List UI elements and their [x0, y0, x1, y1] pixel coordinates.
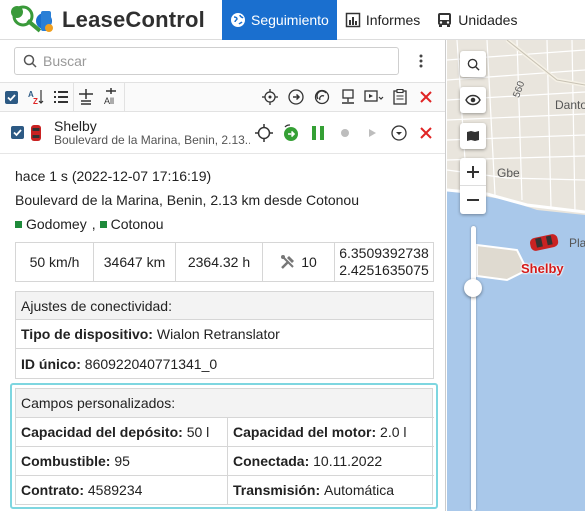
- unit-checkbox[interactable]: [0, 126, 26, 139]
- map-visibility-icon[interactable]: [460, 87, 486, 113]
- custom-field: Conectada: 10.11.2022: [228, 446, 434, 475]
- custom-field: Capacidad del depósito: 50 l: [16, 417, 228, 446]
- unit-delete-icon[interactable]: [412, 121, 439, 145]
- list-view-icon[interactable]: [49, 82, 73, 112]
- latitude: 6.3509392738: [339, 244, 429, 261]
- custom-fields-title: Campos personalizados:: [16, 389, 432, 417]
- nav-tracking[interactable]: Seguimiento: [222, 0, 337, 40]
- unit-map-marker-icon[interactable]: [527, 230, 561, 257]
- connectivity-block: Ajustes de conectividad: Tipo de disposi…: [15, 291, 434, 379]
- search-icon: [23, 54, 37, 68]
- custom-field: Transmisión: Automática: [228, 475, 434, 504]
- tools-icon: [281, 255, 295, 269]
- unique-id-label: ID único:: [21, 355, 81, 372]
- list-toolbar: A Z All: [0, 82, 445, 112]
- engine-hours-value: 2364.32 h: [176, 243, 263, 281]
- unit-locate-icon[interactable]: [250, 121, 277, 145]
- nav-tracking-label: Seguimiento: [251, 11, 329, 28]
- delete-all-icon[interactable]: [413, 85, 439, 109]
- nav-units[interactable]: Unidades: [428, 0, 525, 40]
- sort-az-icon[interactable]: A Z: [23, 82, 49, 112]
- clipboard-icon[interactable]: [387, 85, 413, 109]
- map-label: Gbe: [497, 166, 520, 180]
- monitoring-panel: A Z All: [0, 40, 446, 511]
- search-row: [0, 40, 445, 82]
- more-options-icon[interactable]: [409, 47, 433, 75]
- nav-reports-label: Informes: [365, 11, 421, 28]
- unit-pause-icon[interactable]: [304, 121, 331, 145]
- map-search-icon[interactable]: [460, 51, 486, 77]
- top-bar: LeaseControl Seguimiento Informes Unidad…: [0, 0, 585, 40]
- unit-play-icon[interactable]: [358, 121, 385, 145]
- nav-units-label: Unidades: [458, 11, 518, 28]
- counter-stat: 10: [263, 243, 335, 281]
- add-unit-icon[interactable]: [74, 82, 98, 112]
- search-box[interactable]: [14, 47, 399, 75]
- logo[interactable]: LeaseControl: [0, 0, 222, 40]
- add-all-icon[interactable]: All: [98, 82, 124, 112]
- stats-bar: 50 km/h 34647 km 2364.32 h 10 6.35093927…: [15, 242, 434, 282]
- unit-dropdown-icon[interactable]: [385, 121, 412, 145]
- geofence-item: Cotonou: [110, 216, 164, 232]
- zoom-slider-track[interactable]: [471, 226, 476, 511]
- mileage-value: 34647 km: [94, 243, 176, 281]
- custom-field: Contrato: 4589234: [16, 475, 228, 504]
- geofence-icon: [99, 220, 107, 228]
- main-nav: Seguimiento Informes Unidades: [222, 0, 525, 40]
- map-view[interactable]: Danto 560 Gbe Pla Shelby: [447, 40, 585, 511]
- unit-details: hace 1 s (2022-12-07 17:16:19) Boulevard…: [0, 154, 445, 379]
- unique-id-row: ID único: 860922040771341_0: [16, 349, 433, 378]
- unit-list-item[interactable]: Shelby Boulevard de la Marina, Benin, 2.…: [0, 112, 445, 154]
- connection-icon[interactable]: [309, 85, 335, 109]
- svg-text:Z: Z: [33, 97, 38, 105]
- unit-name: Shelby: [54, 117, 97, 134]
- connectivity-title: Ajustes de conectividad:: [16, 292, 433, 320]
- last-message-time: hace 1 s (2022-12-07 17:16:19): [15, 168, 212, 184]
- zoom-out-icon[interactable]: [460, 186, 486, 214]
- map-label: Pla: [569, 236, 585, 250]
- bus-icon: [438, 12, 452, 27]
- device-type-label: Tipo de dispositivo:: [21, 326, 153, 342]
- logo-icon: [6, 1, 58, 39]
- device-type-row: Tipo de dispositivo: Wialon Retranslator: [16, 320, 433, 349]
- unit-command-icon[interactable]: [277, 121, 304, 145]
- longitude: 2.4251635075: [339, 262, 429, 278]
- speed-value: 50 km/h: [16, 243, 94, 281]
- custom-fields-highlight: Campos personalizados: Capacidad del dep…: [10, 383, 438, 509]
- app-name: LeaseControl: [62, 6, 205, 32]
- nav-reports[interactable]: Informes: [337, 0, 428, 40]
- custom-field: Capacidad del motor: 2.0 l: [228, 417, 434, 446]
- globe-icon: [231, 12, 245, 27]
- unit-map-label: Shelby: [521, 261, 564, 276]
- geofence-icon: [15, 220, 22, 228]
- unit-status-dot-icon: [331, 121, 358, 145]
- search-input[interactable]: [43, 53, 343, 69]
- unique-id-value: 860922040771341_0: [84, 355, 218, 372]
- unit-address: Boulevard de la Marina, Benin, 2.13...: [54, 133, 250, 147]
- hardware-icon[interactable]: [335, 85, 361, 109]
- map-label: Danto: [555, 98, 585, 112]
- send-command-icon[interactable]: [283, 85, 309, 109]
- select-all-checkbox[interactable]: [0, 82, 23, 112]
- counter-value: 10: [301, 254, 317, 270]
- custom-field: Combustible: 95: [16, 446, 228, 475]
- geofence-list: Godomey, Cotonou: [15, 216, 430, 232]
- zoom-controls: [460, 158, 486, 214]
- zoom-in-icon[interactable]: [460, 158, 486, 186]
- reports-icon: [345, 12, 361, 27]
- custom-fields-block: Campos personalizados: Capacidad del dep…: [15, 388, 434, 505]
- car-icon: [26, 124, 46, 142]
- device-type-value: Wialon Retranslator: [156, 326, 280, 342]
- unit-full-address: Boulevard de la Marina, Benin, 2.13 km d…: [15, 192, 359, 208]
- svg-text:All: All: [104, 96, 114, 106]
- locate-icon[interactable]: [257, 85, 283, 109]
- coordinates: 6.3509392738 2.4251635075: [335, 243, 433, 281]
- geofence-item: Godomey: [26, 216, 87, 232]
- map-layers-icon[interactable]: [460, 123, 486, 149]
- video-icon[interactable]: [361, 85, 387, 109]
- zoom-slider-handle[interactable]: [464, 279, 482, 297]
